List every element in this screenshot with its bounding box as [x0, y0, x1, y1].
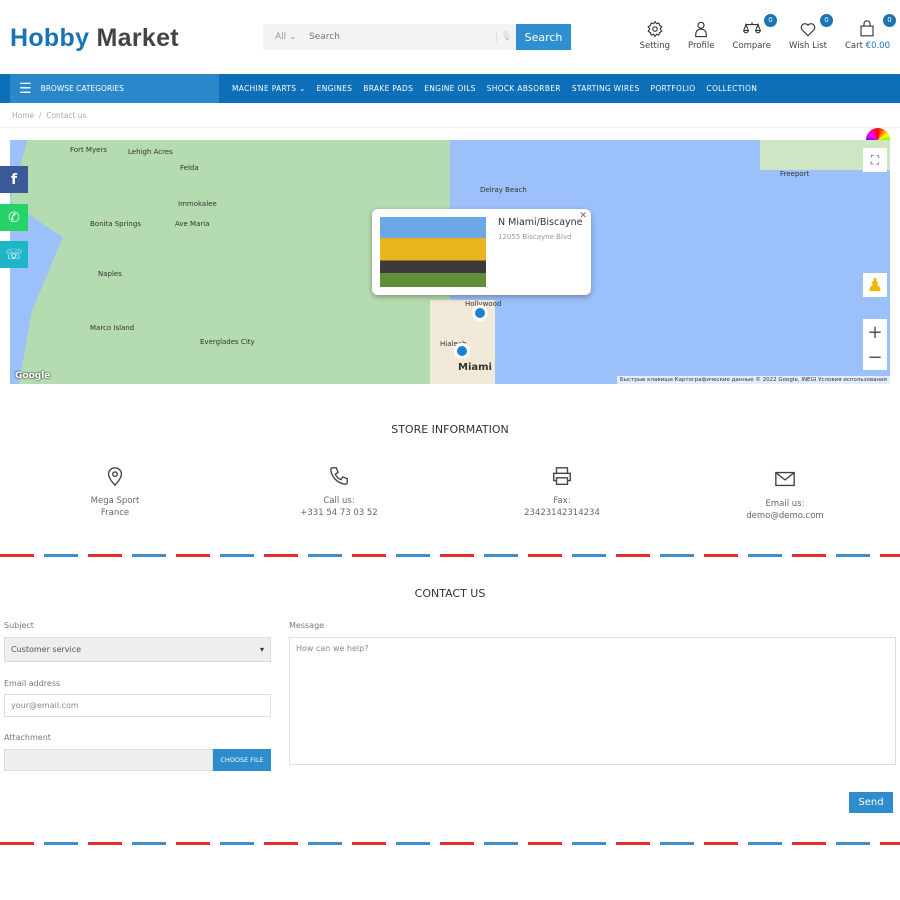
map-marker[interactable] — [472, 305, 488, 321]
nav-engines[interactable]: ENGINES — [317, 84, 353, 93]
search-input[interactable] — [309, 32, 496, 42]
subject-select[interactable]: Customer service ▾ — [4, 637, 271, 662]
bag-icon — [860, 20, 875, 37]
pegman-icon[interactable]: ♟ — [863, 273, 887, 297]
nav-machine-parts[interactable]: MACHINE PARTS ⌄ — [232, 84, 306, 93]
header-tools: Setting Profile 0 Compare 0 Wish List 0 Car… — [640, 14, 896, 51]
zoom-in-button[interactable]: + — [863, 319, 887, 345]
breadcrumb-home[interactable]: Home — [12, 111, 34, 120]
store-email: Email us: demo@demo.com — [710, 468, 860, 522]
map-marker[interactable] — [454, 343, 470, 359]
chevron-down-icon: ⌄ — [299, 84, 306, 93]
gear-icon — [647, 20, 663, 38]
profile-button[interactable]: Profile — [688, 20, 714, 51]
breadcrumb: Home / Contact us — [12, 111, 87, 120]
heart-icon — [800, 23, 816, 37]
search-button[interactable]: Search — [516, 24, 571, 50]
search-bar: All ⌄ 🎙 Search — [263, 24, 571, 50]
google-logo: Google — [15, 371, 51, 381]
store-fax: Fax: 23423142314234 — [487, 465, 637, 519]
hamburger-icon: ☰ — [19, 80, 32, 97]
nav-shock-absorber[interactable]: SHOCK ABSORBER — [487, 84, 561, 93]
microphone-icon[interactable]: 🎙 — [496, 32, 516, 42]
message-textarea[interactable]: How can we help? — [289, 637, 896, 765]
nav-engine-oils[interactable]: ENGINE OILS — [424, 84, 475, 93]
mail-icon — [775, 471, 795, 487]
caret-down-icon: ▾ — [259, 645, 264, 654]
wishlist-button[interactable]: 0 Wish List — [789, 14, 833, 51]
search-category-select[interactable]: All ⌄ — [263, 32, 309, 42]
browse-categories-button[interactable]: ☰ BROWSE CATEGORIES — [10, 74, 219, 103]
divider — [0, 842, 900, 845]
main-nav: ☰ BROWSE CATEGORIES MACHINE PARTS ⌄ ENGIN… — [0, 74, 900, 103]
store-info-title: STORE INFORMATION — [391, 423, 509, 436]
compare-button[interactable]: 0 Compare — [732, 14, 777, 51]
printer-icon — [553, 467, 571, 485]
nav-portfolio[interactable]: PORTFOLIO — [651, 84, 696, 93]
zoom-out-button[interactable]: − — [863, 345, 887, 370]
phone-icon — [330, 467, 348, 485]
facebook-button[interactable]: f — [0, 166, 28, 193]
attachment-input[interactable] — [4, 749, 213, 771]
store-address: Mega Sport France — [40, 465, 190, 519]
cart-button[interactable]: 0 Cart €0.00 — [845, 14, 896, 51]
phone-button[interactable]: ☏ — [0, 241, 28, 268]
send-button[interactable]: Send — [849, 792, 893, 813]
nav-brake-pads[interactable]: BRAKE PADS — [363, 84, 413, 93]
contact-title: CONTACT US — [414, 587, 486, 600]
location-icon — [107, 467, 123, 487]
nav-collection[interactable]: COLLECTION — [706, 84, 757, 93]
setting-button[interactable]: Setting — [640, 20, 670, 51]
store-map[interactable]: Fort Myers Lehigh Acres Felda Immokalee … — [10, 140, 890, 384]
map-info-window: N Miami/Biscayne 12055 Biscayne Blvd ✕ — [372, 209, 591, 295]
store-photo — [380, 217, 486, 287]
choose-file-button[interactable]: CHOOSE FILE — [213, 749, 271, 771]
nav-starting-wires[interactable]: STARTING WIRES — [572, 84, 640, 93]
user-icon — [695, 21, 708, 38]
divider — [0, 127, 900, 128]
email-field[interactable]: your@email.com — [4, 694, 271, 717]
store-phone: Call us: +331 54 73 03 52 — [264, 465, 414, 519]
whatsapp-button[interactable]: ✆ — [0, 204, 28, 231]
scale-icon — [742, 22, 761, 34]
divider — [0, 554, 900, 557]
logo[interactable]: Hobby Market — [10, 24, 179, 53]
fullscreen-button[interactable]: ⛶ — [863, 148, 887, 172]
close-icon[interactable]: ✕ — [579, 211, 587, 221]
